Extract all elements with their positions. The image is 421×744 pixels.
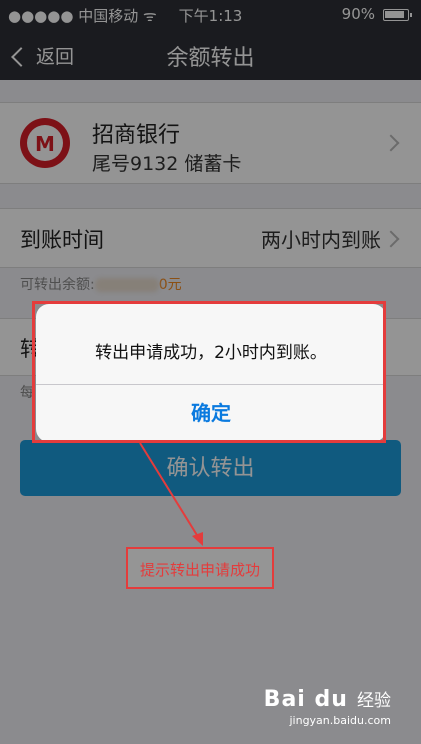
annotation-text: 提示转出申请成功 <box>139 561 260 579</box>
watermark-suffix: 经验 <box>357 691 391 711</box>
annotation-arrow <box>139 442 203 546</box>
baidu-watermark: Bai du 经验 jingyan.baidu.com <box>264 686 391 727</box>
watermark-brand: Bai du <box>263 687 348 712</box>
annotation-callout: 提示转出申请成功 <box>126 547 274 589</box>
watermark-url: jingyan.baidu.com <box>289 714 391 727</box>
